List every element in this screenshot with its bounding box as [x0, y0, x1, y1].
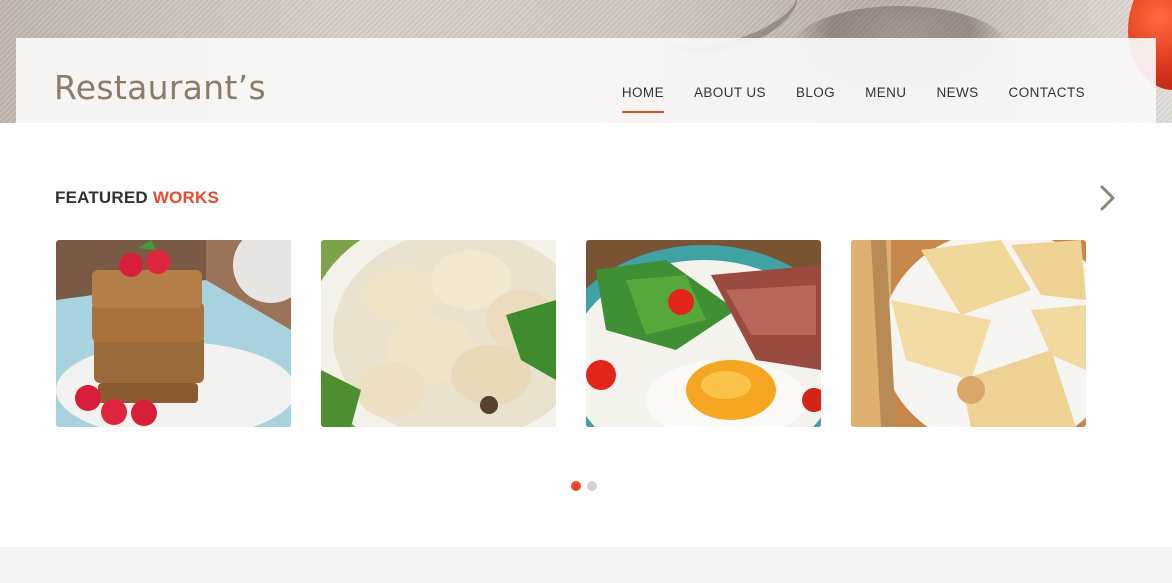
featured-item-raspberry-cake[interactable]: [56, 240, 291, 427]
pancakes-image: [851, 240, 1086, 427]
site-header: Restaurant’s HOME ABOUT US BLOG MENU NEW…: [16, 38, 1156, 123]
chevron-right-icon[interactable]: [1094, 183, 1122, 213]
carousel-pagination: [571, 481, 603, 491]
fried-egg-meat-salad-image: [586, 240, 821, 427]
section-title: FEATURED WORKS: [55, 188, 219, 208]
nav-about-us[interactable]: ABOUT US: [694, 85, 766, 113]
featured-item-fried-egg[interactable]: [586, 240, 821, 427]
nav-home[interactable]: HOME: [621, 85, 665, 113]
main-nav: HOME ABOUT US BLOG MENU NEWS CONTACTS: [621, 85, 1085, 113]
featured-item-pancakes[interactable]: [851, 240, 1086, 427]
nav-contacts[interactable]: CONTACTS: [1009, 85, 1085, 113]
footer-band: [0, 547, 1172, 583]
dumplings-image: [321, 240, 556, 427]
raspberry-cake-image: [56, 240, 291, 427]
pagination-dot-2[interactable]: [587, 481, 597, 491]
nav-blog[interactable]: BLOG: [796, 85, 835, 113]
site-logo[interactable]: Restaurant’s: [54, 71, 266, 104]
nav-menu[interactable]: MENU: [865, 85, 906, 113]
nav-news[interactable]: NEWS: [936, 85, 978, 113]
featured-item-dumplings[interactable]: [321, 240, 556, 427]
section-title-part1: FEATURED: [55, 188, 148, 207]
section-title-part2: WORKS: [152, 188, 220, 207]
pagination-dot-1[interactable]: [571, 481, 581, 491]
